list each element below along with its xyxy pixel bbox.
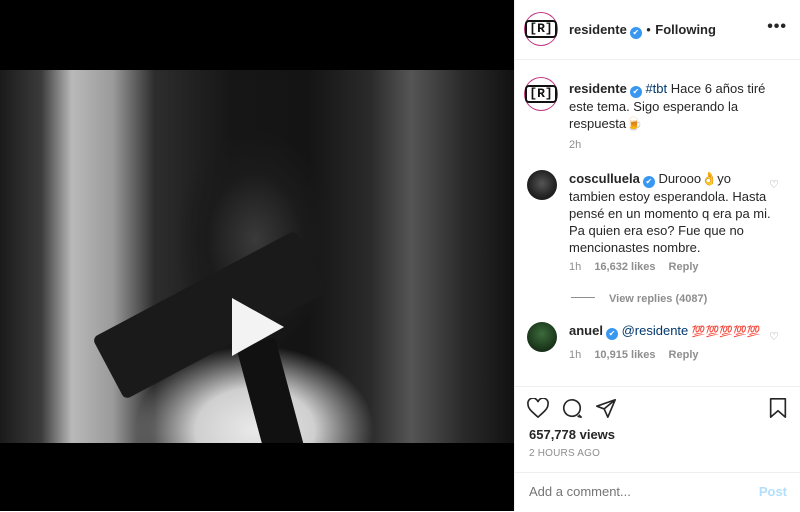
hashtag-link[interactable]: #tbt <box>645 81 667 96</box>
views-count[interactable]: 657,778 views <box>529 427 615 442</box>
post-timestamp[interactable]: 2 HOURS AGO <box>529 448 600 459</box>
verified-icon: ✔ <box>629 86 642 98</box>
share-icon[interactable] <box>595 397 617 419</box>
reply-button[interactable]: Reply <box>669 261 699 273</box>
divider <box>571 297 595 299</box>
comments-section[interactable]: [R] residente ✔ #tbt Hace 6 años tiré est… <box>515 60 800 386</box>
view-replies-label: View replies (4087) <box>609 293 708 305</box>
view-replies-button[interactable]: View replies (4087) <box>571 289 707 307</box>
reply-button[interactable]: Reply <box>669 349 699 361</box>
video-player[interactable] <box>0 70 514 443</box>
post-username[interactable]: residente <box>569 22 627 37</box>
avatar-logo: [R] <box>525 85 557 103</box>
heart-icon[interactable]: ♡ <box>769 178 779 191</box>
verified-icon: ✔ <box>629 27 642 39</box>
comment-icon[interactable] <box>561 397 583 419</box>
comment-likes[interactable]: 10,915 likes <box>594 349 655 361</box>
comment-likes[interactable]: 16,632 likes <box>594 261 655 273</box>
verified-icon: ✔ <box>605 328 618 340</box>
play-icon[interactable] <box>232 298 284 356</box>
post-button[interactable]: Post <box>759 484 787 499</box>
avatar[interactable]: [R] <box>525 15 557 43</box>
comment-time[interactable]: 1h <box>569 261 581 273</box>
caption-username[interactable]: residente <box>569 81 627 96</box>
comment-time[interactable]: 1h <box>569 349 581 361</box>
avatar-logo: [R] <box>525 20 557 38</box>
avatar[interactable] <box>527 170 557 200</box>
caption-text: residente ✔ #tbt Hace 6 años tiré este te… <box>569 80 774 132</box>
mention-link[interactable]: @residente <box>622 323 689 338</box>
comment-text: cosculluela ✔ Durooo👌yo tambien estoy esp… <box>569 170 774 256</box>
add-comment-bar: Post <box>515 472 800 512</box>
more-options-icon[interactable]: ••• <box>767 18 787 36</box>
post-header: [R] residente ✔ • Following ••• <box>515 0 800 60</box>
verified-icon: ✔ <box>642 176 655 188</box>
post-side-panel: [R] residente ✔ • Following ••• [R] resid… <box>514 0 800 511</box>
heart-icon[interactable] <box>527 397 549 419</box>
instagram-post-view: [R] residente ✔ • Following ••• [R] resid… <box>0 0 800 511</box>
separator-dot: • <box>646 22 651 37</box>
avatar[interactable]: [R] <box>525 80 557 108</box>
media-area <box>0 0 514 511</box>
bookmark-icon[interactable] <box>767 397 789 419</box>
comment-emoji: 💯💯💯💯💯 <box>691 326 761 338</box>
video-frame-detail <box>92 230 328 400</box>
avatar[interactable] <box>527 322 557 352</box>
comment-username[interactable]: anuel <box>569 323 603 338</box>
caption-time[interactable]: 2h <box>569 139 581 151</box>
comment-username[interactable]: cosculluela <box>569 171 640 186</box>
heart-icon[interactable]: ♡ <box>769 330 779 343</box>
post-actions: 657,778 views 2 HOURS AGO <box>515 386 800 473</box>
comment-input[interactable] <box>529 484 729 499</box>
comment-text: anuel ✔ @residente 💯💯💯💯💯 <box>569 322 774 341</box>
following-button[interactable]: Following <box>655 22 716 37</box>
